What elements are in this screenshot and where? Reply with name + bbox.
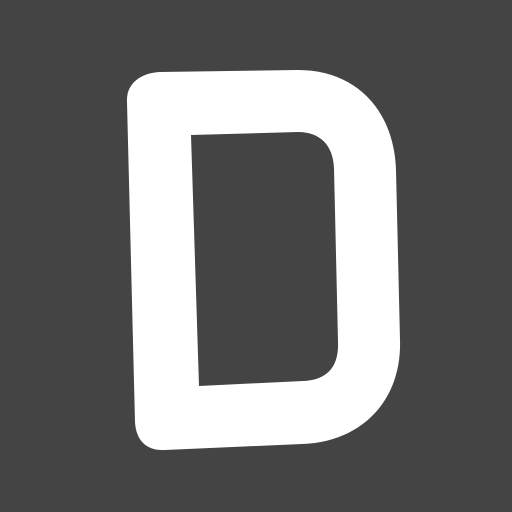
- letter-d-shape: [126, 70, 401, 451]
- app-icon: [0, 0, 512, 512]
- letter-d-logo-icon: [126, 70, 401, 451]
